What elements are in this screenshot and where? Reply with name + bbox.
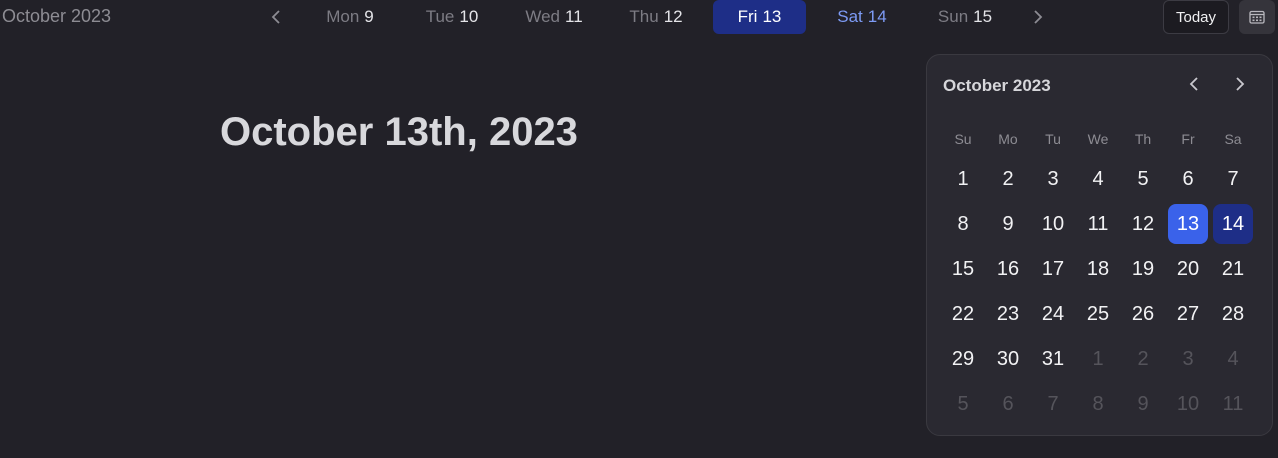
calendar-day-cell[interactable]: 6	[988, 384, 1028, 424]
calendar-day-cell[interactable]: 2	[1123, 339, 1163, 379]
calendar-day-cell[interactable]: 10	[1033, 204, 1073, 244]
weekday-label: Tu	[1045, 131, 1061, 147]
calendar-day-cell[interactable]: 1	[1078, 339, 1118, 379]
day-tab-number: 12	[663, 7, 683, 26]
day-tab-weekday: Sat	[837, 7, 863, 26]
calendar-day-cell[interactable]: 3	[1033, 159, 1073, 199]
day-tab-sun[interactable]: Sun 15	[920, 0, 1010, 34]
weekday-label: Fr	[1181, 131, 1195, 147]
calendar-day-cell[interactable]: 4	[1078, 159, 1118, 199]
calendar-day-cell[interactable]: 30	[988, 339, 1028, 379]
calendar-day-cell[interactable]: 4	[1213, 339, 1253, 379]
calendar-day-cell[interactable]: 9	[988, 204, 1028, 244]
prev-week-button[interactable]	[264, 5, 288, 29]
calendar-day-cell[interactable]: 21	[1213, 249, 1253, 289]
calendar-day-cell[interactable]: 26	[1123, 294, 1163, 334]
page-title: October 13th, 2023	[220, 110, 578, 154]
calendar-day-cell[interactable]: 11	[1078, 204, 1118, 244]
calendar-toggle-button[interactable]	[1239, 0, 1275, 34]
day-tab-number: 10	[459, 7, 479, 26]
weekday-label: Th	[1134, 131, 1152, 147]
calendar-day-cell[interactable]: 18	[1078, 249, 1118, 289]
next-week-button[interactable]	[1026, 5, 1050, 29]
chevron-left-icon	[271, 10, 280, 24]
day-tab-number: 14	[867, 7, 887, 26]
chevron-right-icon	[1236, 77, 1245, 91]
calendar-day-cell[interactable]: 3	[1168, 339, 1208, 379]
calendar-day-cell[interactable]: 14	[1213, 204, 1253, 244]
calendar-day-cell[interactable]: 16	[988, 249, 1028, 289]
day-tab-wed[interactable]: Wed 11	[509, 0, 599, 34]
calendar-day-cell[interactable]: 28	[1213, 294, 1253, 334]
weekday-label: Sa	[1224, 131, 1242, 147]
calendar-day-cell[interactable]: 15	[943, 249, 983, 289]
day-tab-number: 13	[762, 7, 782, 26]
chevron-left-icon	[1189, 77, 1198, 91]
today-button[interactable]: Today	[1163, 0, 1229, 34]
day-tab-fri[interactable]: Fri 13	[713, 0, 806, 34]
weekday-label: Su	[954, 131, 972, 147]
calendar-day-cell[interactable]: 8	[1078, 384, 1118, 424]
day-tab-number: 9	[364, 7, 374, 26]
day-tab-tue[interactable]: Tue 10	[407, 0, 497, 34]
calendar-day-cell[interactable]: 24	[1033, 294, 1073, 334]
calendar-day-cell[interactable]: 12	[1123, 204, 1163, 244]
day-tab-weekday: Wed	[525, 7, 560, 26]
next-month-button[interactable]	[1227, 71, 1253, 97]
day-tab-sat[interactable]: Sat 14	[816, 0, 908, 34]
day-tab-mon[interactable]: Mon 9	[305, 0, 395, 34]
calendar-day-cell[interactable]: 2	[988, 159, 1028, 199]
calendar-day-cell[interactable]: 11	[1213, 384, 1253, 424]
calendar-day-cell[interactable]: 22	[943, 294, 983, 334]
prev-month-button[interactable]	[1181, 71, 1207, 97]
weekday-label: We	[1087, 131, 1109, 147]
calendar-day-cell[interactable]: 5	[1123, 159, 1163, 199]
month-label: October 2023	[2, 6, 112, 26]
popover-month-title: October 2023	[943, 76, 1051, 95]
calendar-day-cell[interactable]: 23	[988, 294, 1028, 334]
calendar-day-cell[interactable]: 27	[1168, 294, 1208, 334]
day-tab-weekday: Mon	[326, 7, 360, 26]
day-tab-thu[interactable]: Thu 12	[611, 0, 701, 34]
calendar-day-cell[interactable]: 31	[1033, 339, 1073, 379]
day-tab-number: 11	[565, 7, 583, 26]
day-tab-number: 15	[973, 7, 993, 26]
date-picker-popover: October 2023 Su Mo Tu We Th Fr Sa 1 2 3 4 5 6 7 8 9 10 1…	[926, 54, 1273, 436]
calendar-day-cell[interactable]: 13	[1168, 204, 1208, 244]
weekday-label: Mo	[998, 131, 1018, 147]
calendar-day-cell[interactable]: 9	[1123, 384, 1163, 424]
calendar-day-cell[interactable]: 7	[1033, 384, 1073, 424]
calendar-day-cell[interactable]: 7	[1213, 159, 1253, 199]
calendar-day-cell[interactable]: 29	[943, 339, 983, 379]
calendar-day-cell[interactable]: 5	[943, 384, 983, 424]
calendar-day-cell[interactable]: 17	[1033, 249, 1073, 289]
calendar-day-cell[interactable]: 6	[1168, 159, 1208, 199]
calendar-day-cell[interactable]: 25	[1078, 294, 1118, 334]
calendar-day-cell[interactable]: 8	[943, 204, 983, 244]
calendar-day-cell[interactable]: 10	[1168, 384, 1208, 424]
day-tab-weekday: Sun	[937, 7, 969, 26]
calendar-icon	[1249, 10, 1265, 24]
day-tab-weekday: Thu	[629, 7, 659, 26]
day-tab-weekday: Fri	[737, 7, 758, 26]
calendar-day-cell[interactable]: 19	[1123, 249, 1163, 289]
top-bar: October 2023 Mon 9 Tue 10 Wed 11 Thu 12 Fri 1…	[0, 0, 1278, 34]
chevron-right-icon	[1034, 10, 1043, 24]
calendar-day-cell[interactable]: 1	[943, 159, 983, 199]
day-tab-weekday: Tue	[425, 7, 455, 26]
calendar-day-cell[interactable]: 20	[1168, 249, 1208, 289]
